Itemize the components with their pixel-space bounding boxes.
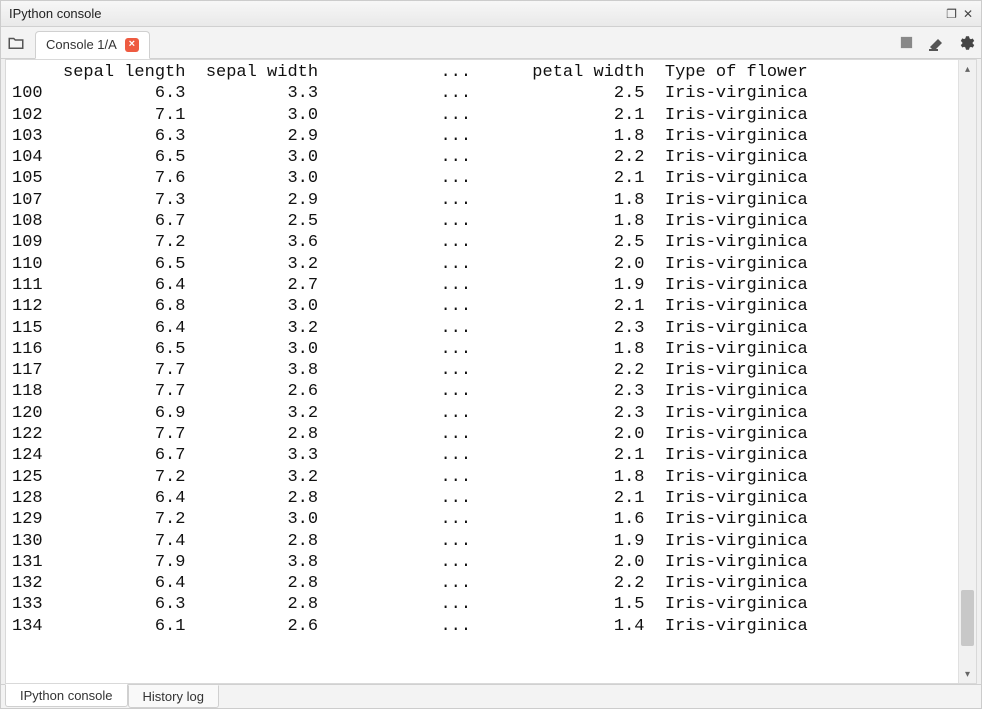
- panel-title: IPython console: [9, 6, 102, 21]
- bottom-tab-history[interactable]: History log: [128, 685, 219, 708]
- vertical-scrollbar[interactable]: ▴ ▾: [958, 60, 976, 683]
- console-output-area: sepal length sepal width ... petal width…: [5, 59, 977, 684]
- options-gear-icon[interactable]: [957, 34, 975, 52]
- close-panel-icon[interactable]: ✕: [963, 7, 973, 21]
- bottom-tab-ipython[interactable]: IPython console: [5, 684, 128, 707]
- browse-folder-icon[interactable]: [7, 34, 25, 52]
- dataframe-output: sepal length sepal width ... petal width…: [12, 62, 958, 637]
- console-tab[interactable]: Console 1/A ×: [35, 31, 150, 59]
- stop-icon[interactable]: [897, 34, 915, 52]
- panel-window-controls: ❐ ✕: [946, 7, 973, 21]
- scroll-thumb[interactable]: [961, 590, 974, 646]
- clear-icon[interactable]: [927, 34, 945, 52]
- bottom-tab-bar: IPython console History log: [1, 684, 981, 708]
- console-toolbar: [897, 34, 975, 52]
- scroll-down-icon[interactable]: ▾: [959, 665, 976, 683]
- close-tab-icon[interactable]: ×: [125, 38, 139, 52]
- panel-title-bar: IPython console ❐ ✕: [1, 1, 981, 27]
- console-tab-bar: Console 1/A ×: [1, 27, 981, 59]
- console-tab-label: Console 1/A: [46, 37, 117, 52]
- bottom-tab-label: History log: [143, 689, 204, 704]
- undock-icon[interactable]: ❐: [946, 7, 957, 21]
- console-content[interactable]: sepal length sepal width ... petal width…: [6, 60, 958, 683]
- bottom-tab-label: IPython console: [20, 688, 113, 703]
- scroll-up-icon[interactable]: ▴: [959, 60, 976, 78]
